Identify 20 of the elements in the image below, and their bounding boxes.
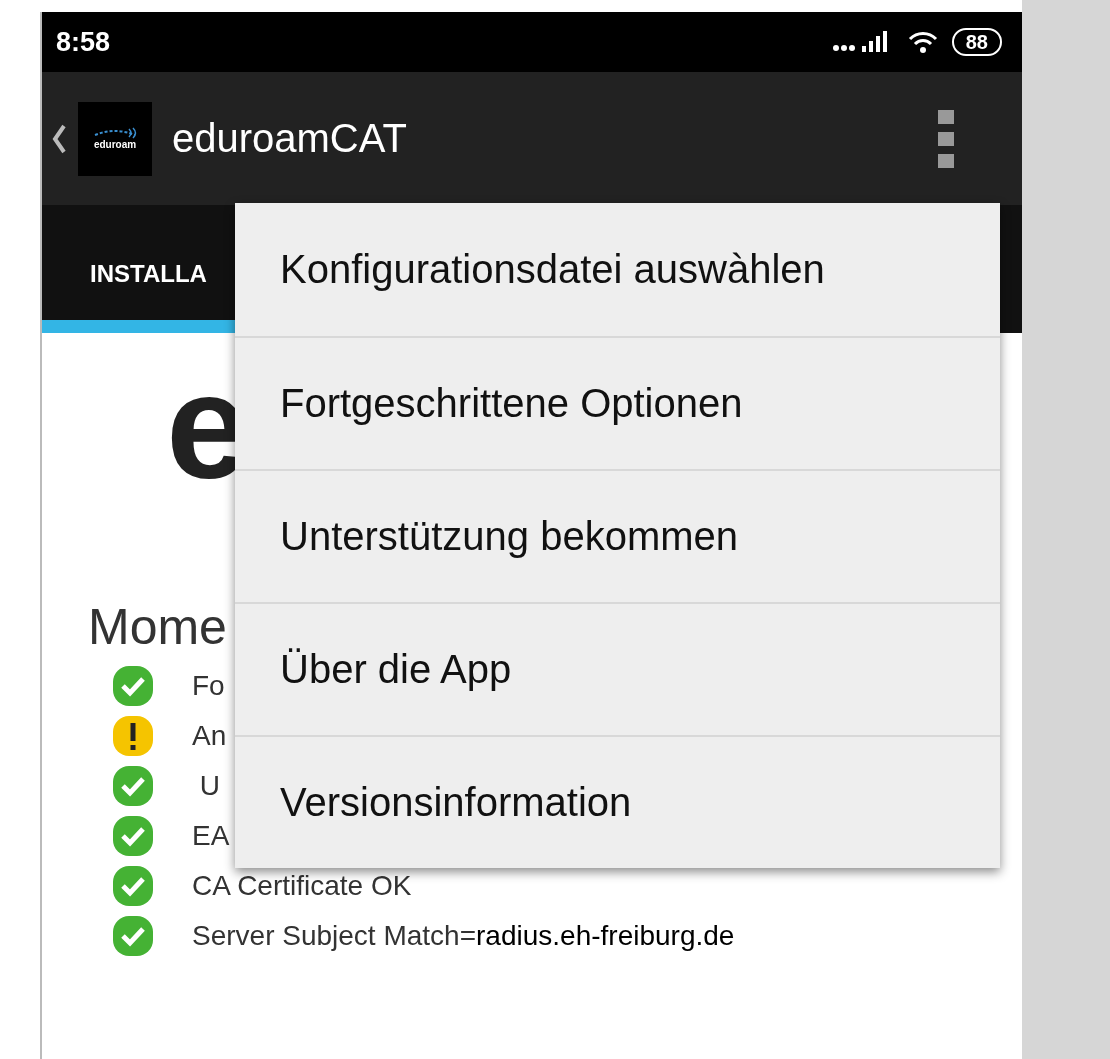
- overflow-menu-icon[interactable]: [938, 109, 954, 168]
- battery-level: 88: [951, 28, 1002, 56]
- menu-item[interactable]: Versionsinformation: [235, 735, 1000, 868]
- check-value: radius.eh-freiburg.de: [476, 920, 735, 952]
- back-icon[interactable]: [52, 123, 66, 154]
- logo-label: eduroam: [93, 139, 137, 150]
- menu-item[interactable]: Unterstützung bekommen: [235, 469, 1000, 602]
- check-label: EA: [192, 820, 230, 852]
- section-heading: Mome: [88, 601, 228, 653]
- check-label: An: [192, 720, 227, 752]
- app-title: eduroamCAT: [172, 116, 407, 161]
- wifi-icon: [907, 30, 938, 54]
- menu-item[interactable]: Über die App: [235, 602, 1000, 735]
- clock-time: 8:58: [56, 26, 111, 58]
- check-label: U: [198, 770, 220, 802]
- check-label: Fo: [192, 670, 225, 702]
- menu-item[interactable]: Konfigurationsdatei auswàhlen: [235, 203, 1000, 336]
- check-label: CA Certificate OK: [192, 870, 412, 902]
- check-label: Server Subject Match=: [192, 920, 477, 952]
- menu-item[interactable]: Fortgeschrittene Optionen: [235, 336, 1000, 469]
